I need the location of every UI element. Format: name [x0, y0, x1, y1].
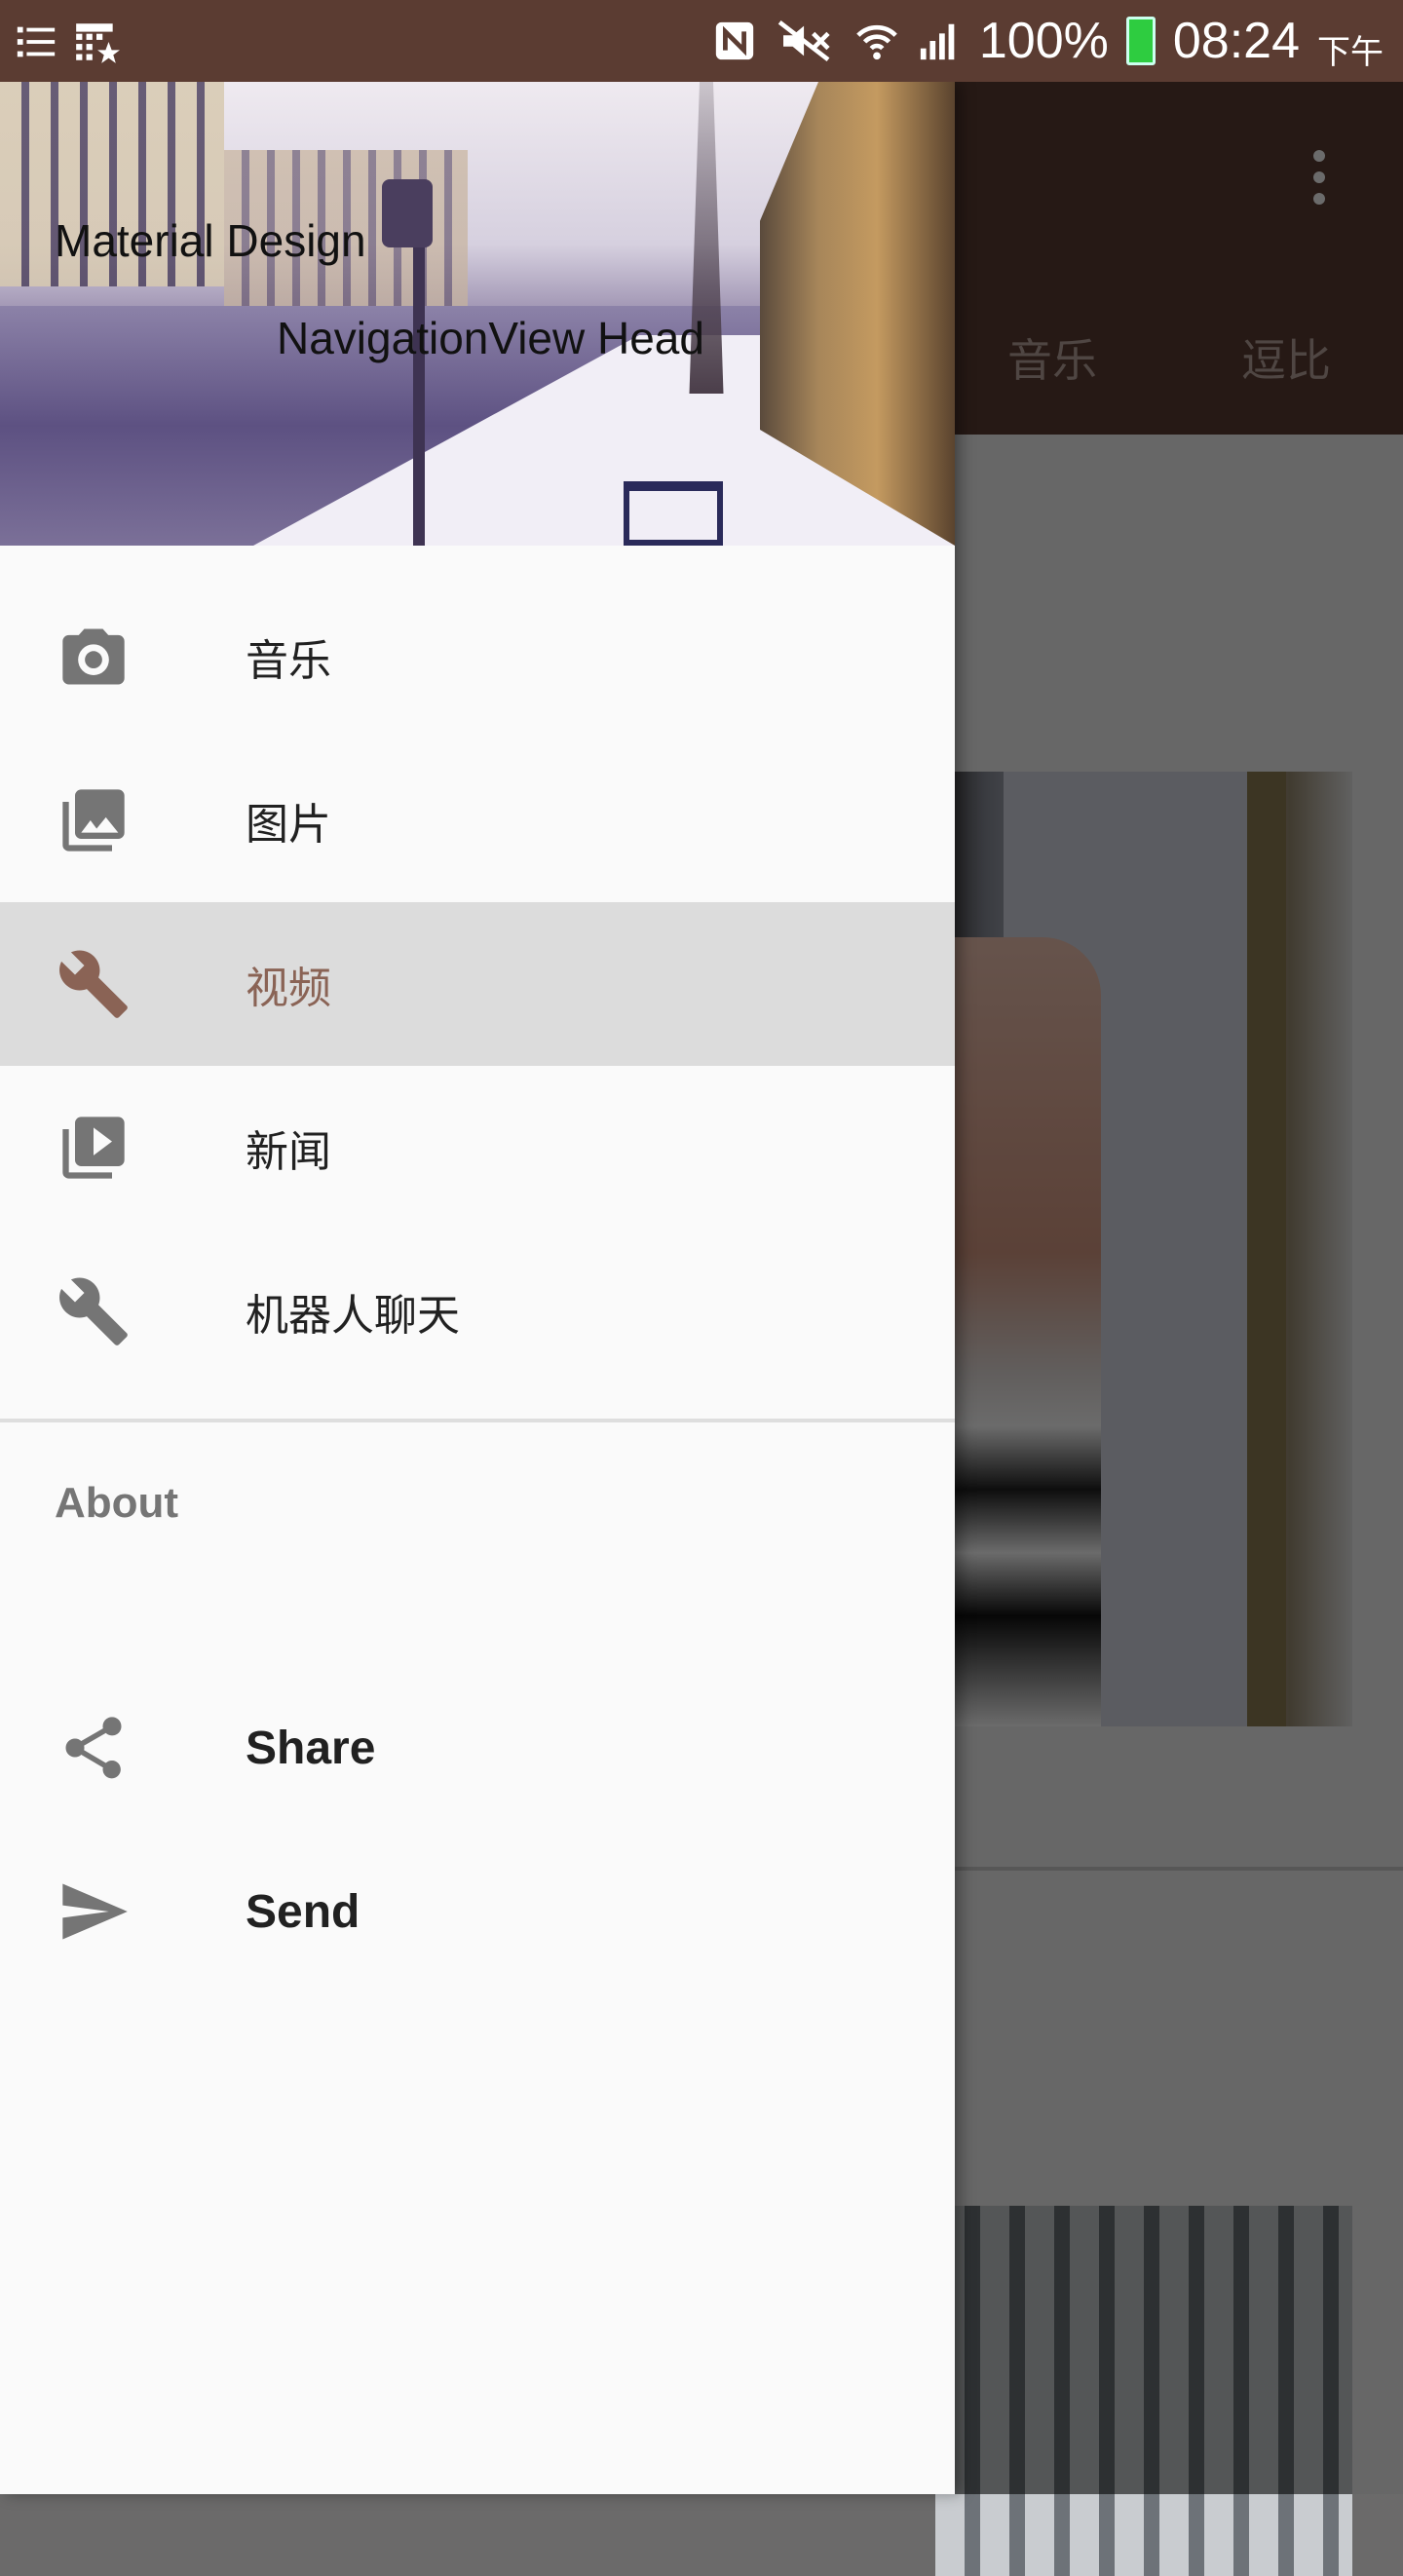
drawer-item-label: 音乐 — [246, 636, 331, 686]
drawer-item-label: 新闻 — [246, 1127, 331, 1177]
send-icon — [62, 1883, 128, 1940]
wrench-icon — [59, 950, 128, 1018]
drawer-divider — [0, 1419, 955, 1422]
share-icon — [65, 1717, 122, 1779]
wifi-icon — [856, 24, 897, 60]
calendar-star-icon — [76, 23, 120, 63]
battery-icon — [1125, 17, 1156, 65]
list-icon — [17, 26, 56, 57]
clock-time: 08:24 — [1172, 13, 1300, 69]
drawer-item-label: 视频 — [246, 964, 331, 1013]
drawer-item-share[interactable]: Share — [0, 1666, 955, 1830]
drawer-item-label: 机器人聊天 — [246, 1291, 460, 1341]
drawer-item-label: 图片 — [246, 800, 331, 850]
drawer-header-subtitle: NavigationView Head — [277, 313, 704, 363]
drawer-item-robot-chat[interactable]: 机器人聊天 — [0, 1230, 955, 1393]
drawer-item-label: Share — [246, 1722, 376, 1774]
mute-icon — [777, 20, 830, 61]
drawer-header-title: Material Design — [55, 215, 366, 266]
clock-ampm: 下午 — [1317, 33, 1384, 71]
drawer-menu: 音乐 图片 视频 新闻 机器人聊天 — [0, 575, 955, 1393]
drawer-about-menu: Share Send — [0, 1666, 955, 1993]
video-library-icon — [62, 1117, 125, 1179]
drawer-item-pictures[interactable]: 图片 — [0, 739, 955, 902]
navigation-drawer: Material Design NavigationView Head 音乐 图… — [0, 82, 955, 2494]
drawer-item-label: Send — [246, 1885, 360, 1938]
camera-icon — [62, 628, 125, 685]
battery-percent: 100% — [978, 13, 1109, 69]
photo-library-icon — [62, 789, 125, 852]
drawer-item-music[interactable]: 音乐 — [0, 575, 955, 739]
drawer-item-news[interactable]: 新闻 — [0, 1066, 955, 1230]
nfc-icon — [715, 21, 754, 60]
signal-icon — [920, 23, 955, 60]
drawer-item-videos[interactable]: 视频 — [0, 902, 955, 1066]
section-title-about: About — [55, 1479, 179, 1527]
status-bar: 100% 08:24 下午 — [0, 0, 1403, 82]
drawer-header: Material Design NavigationView Head — [0, 82, 955, 546]
drawer-item-send[interactable]: Send — [0, 1830, 955, 1993]
wrench-icon — [59, 1277, 128, 1345]
